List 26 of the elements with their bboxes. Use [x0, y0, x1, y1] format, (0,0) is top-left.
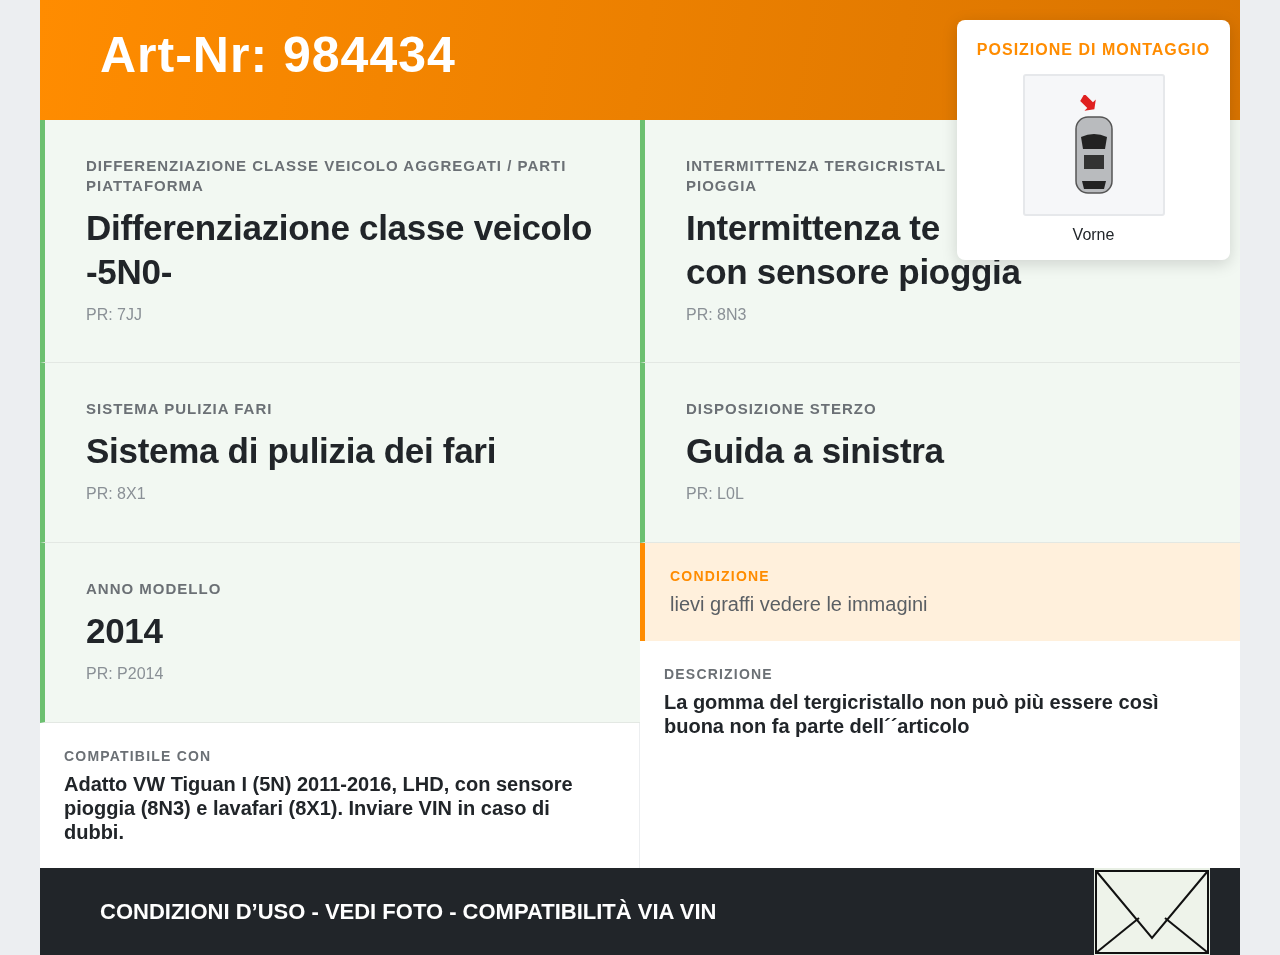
mounting-position-title: POSIZIONE DI MONTAGGIO: [976, 41, 1211, 59]
article-number-title: Art-Nr: 984434: [100, 26, 456, 84]
compatible-text: Adatto VW Tiguan I (5N) 2011-2016, LHD, con sensore pioggia (8N3) e lavafari (8X1). Inviare VIN in caso di dubbi.: [64, 772, 574, 844]
spec-label: INTERMITTENZA TERGICRISTAL PIOGGIA: [686, 156, 947, 196]
spec-label: SISTEMA PULIZIA FARI: [86, 399, 273, 419]
pr-code: PR: P2014: [86, 665, 164, 683]
condition-label: CONDIZIONE: [670, 568, 770, 584]
spec-value: Differenziazione classe veicolo -5N0-: [86, 207, 594, 293]
compatible-label: COMPATIBILE CON: [64, 748, 212, 764]
spec-label: DISPOSIZIONE STERZO: [686, 399, 877, 419]
envelope-icon: [1094, 868, 1210, 955]
spec-label: ANNO MODELLO: [86, 579, 222, 599]
mounting-position-caption: Vorne: [1072, 226, 1115, 244]
spec-value: 2014: [86, 610, 163, 652]
spec-value: Intermittenza te con sensore pioggia: [686, 207, 1021, 293]
pr-code: PR: 8N3: [686, 306, 747, 324]
condition-text: lievi graffi vedere le immagini: [670, 592, 929, 616]
spec-value: Sistema di pulizia dei fari: [86, 430, 497, 472]
footer-text: CONDIZIONI D’USO - VEDI FOTO - COMPATIBILITÀ VIA VIN: [100, 898, 717, 925]
spec-value: Guida a sinistra: [686, 430, 944, 472]
spec-label: DIFFERENZIAZIONE CLASSE VEICOLO AGGREGATI / PARTI PIATTAFORMA: [86, 156, 568, 196]
pr-code: PR: 8X1: [86, 485, 146, 503]
pr-code: PR: L0L: [686, 485, 744, 503]
description-label: DESCRIZIONE: [664, 666, 773, 682]
pr-code: PR: 7JJ: [86, 306, 142, 324]
description-text: La gomma del tergicristallo non può più essere così buona non fa parte dell´´articolo: [664, 690, 1160, 738]
